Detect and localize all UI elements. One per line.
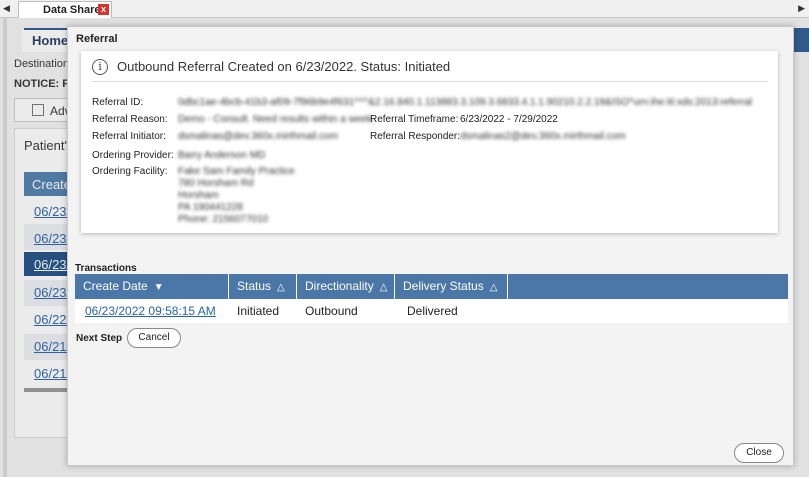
sort-icon: △ xyxy=(489,282,498,293)
scroll-right-icon[interactable]: ▶ xyxy=(798,3,805,14)
referral-headline: Outbound Referral Created on 6/23/2022. … xyxy=(117,59,451,74)
column-status[interactable]: Status △ xyxy=(229,274,297,299)
column-label: Create Date xyxy=(83,279,148,293)
referral-reason-value: Demo - Consult. Need results within a we… xyxy=(178,114,375,125)
dialog-title: Referral xyxy=(76,33,118,45)
close-button[interactable]: Close xyxy=(734,443,784,463)
ordering-facility-line: Fake Sam Family Practice xyxy=(178,166,295,177)
table-row[interactable]: 06/23/2022 09:58:15 AM Initiated Outboun… xyxy=(75,299,788,323)
referral-reason-label: Referral Reason: xyxy=(92,114,168,125)
scroll-left-icon[interactable]: ◀ xyxy=(3,3,10,14)
column-directionality[interactable]: Directionality △ xyxy=(297,274,395,299)
ordering-provider-label: Ordering Provider: xyxy=(92,150,174,161)
close-icon[interactable]: x xyxy=(98,4,109,15)
ordering-provider-value: Barry Anderson MD xyxy=(178,150,266,161)
transactions-table: Create Date ▼ Status △ Directionality △ Del… xyxy=(75,274,788,323)
ordering-facility-label: Ordering Facility: xyxy=(92,166,168,177)
column-label: Delivery Status xyxy=(403,279,484,293)
tab-label: Data Share xyxy=(43,4,101,16)
info-icon: i xyxy=(92,59,108,75)
referral-responder-value: dsmalinas2@dev.360x.mirthmail.com xyxy=(460,131,626,142)
create-date-link[interactable]: 06/23/2022 09:58:15 AM xyxy=(85,304,216,318)
referral-dialog: Referral i Outbound Referral Created on … xyxy=(67,26,794,466)
column-create-date[interactable]: Create Date ▼ xyxy=(75,274,229,299)
sort-icon: △ xyxy=(379,282,388,293)
ordering-facility-line: 780 Horsham Rd xyxy=(178,178,254,189)
tab-strip: ◀ Data Share x ▶ xyxy=(0,0,809,18)
referral-id-value: 0dbc1ae-4bcb-41b3-af09-7f96b9e4f631^^^&2… xyxy=(178,97,753,108)
table-header: Create Date ▼ Status △ Directionality △ Del… xyxy=(75,274,788,299)
tab-data-share[interactable]: Data Share x xyxy=(18,1,112,18)
sort-desc-icon: ▼ xyxy=(153,282,164,293)
cancel-button[interactable]: Cancel xyxy=(127,328,181,348)
ordering-facility-line: Phone: 2156077010 xyxy=(178,214,269,225)
referral-id-label: Referral ID: xyxy=(92,97,144,108)
divider xyxy=(91,81,768,82)
referral-responder-label: Referral Responder: xyxy=(370,131,461,142)
status-cell: Initiated xyxy=(237,304,280,318)
referral-initiator-label: Referral Initiator: xyxy=(92,131,166,142)
referral-card: i Outbound Referral Created on 6/23/2022… xyxy=(81,51,778,233)
directionality-cell: Outbound xyxy=(305,304,358,318)
ordering-facility-line: Horsham xyxy=(178,190,219,201)
ordering-facility-line: PA 190441228 xyxy=(178,202,243,213)
delivery-status-cell: Delivered xyxy=(407,304,458,318)
referral-timeframe-label: Referral Timeframe: xyxy=(370,114,459,125)
sort-icon: △ xyxy=(277,282,285,293)
column-label: Status xyxy=(237,279,272,293)
referral-timeframe-value: 6/23/2022 - 7/29/2022 xyxy=(460,114,558,125)
transactions-title: Transactions xyxy=(75,263,137,274)
column-delivery-status[interactable]: Delivery Status △ xyxy=(395,274,508,299)
referral-initiator-value: dsmalinas@dev.360x.mirthmail.com xyxy=(178,131,339,142)
column-label: Directionality xyxy=(305,279,374,293)
next-step-label: Next Step xyxy=(76,333,123,344)
